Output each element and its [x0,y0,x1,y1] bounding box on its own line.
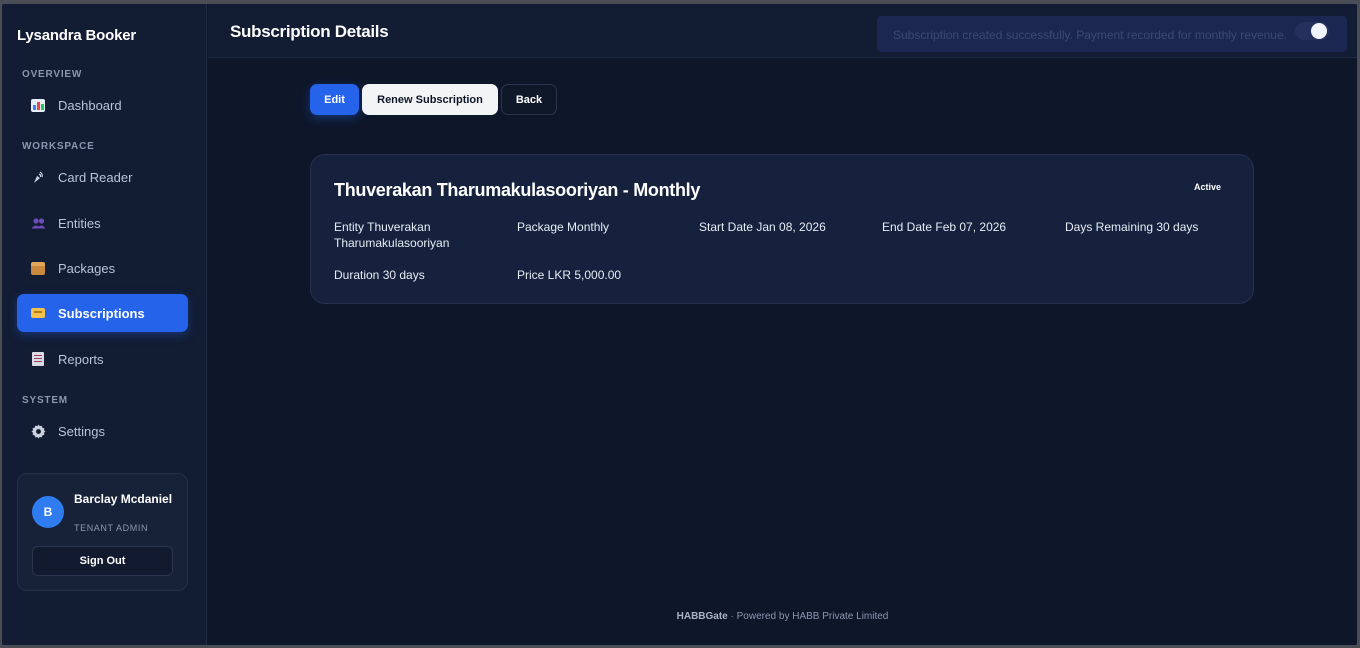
sidebar: Lysandra Booker OVERVIEW Dashboard WORKS… [2,4,207,645]
sidebar-item-reports[interactable]: Reports [17,340,188,378]
section-label-workspace: WORKSPACE [22,141,95,152]
sidebar-item-label: Subscriptions [58,305,145,321]
package-box-icon [30,260,46,276]
status-badge: Active [1193,182,1221,192]
sidebar-item-label: Dashboard [58,97,122,113]
edit-button[interactable]: Edit [310,84,359,115]
sidebar-item-label: Reports [58,351,104,367]
toggle-knob [1311,23,1327,39]
user-name: Barclay Mcdaniel [74,492,173,506]
sidebar-item-label: Card Reader [58,169,133,185]
app-window: Lysandra Booker OVERVIEW Dashboard WORKS… [2,4,1357,645]
field-days-remaining: Days Remaining 30 days [1065,220,1199,234]
subscription-title: Thuverakan Tharumakulasooriyan - Monthly [334,180,701,200]
sidebar-item-label: Packages [58,260,116,276]
footer-brand: HABBGate [676,611,728,622]
sidebar-item-card-reader[interactable]: Card Reader [17,158,188,196]
field-duration: Duration 30 days [334,268,425,282]
top-bar: Subscription Details Subscription create… [208,4,1357,58]
section-label-system: SYSTEM [22,395,68,406]
sidebar-item-settings[interactable]: Settings [17,412,188,450]
field-entity: Entity Thuverakan Tharumakulasooriyan [334,220,450,250]
page-title: Subscription Details [230,22,389,41]
field-start-date: Start Date Jan 08, 2026 [699,220,826,234]
brand-name: Lysandra Booker [17,27,136,44]
sidebar-item-dashboard[interactable]: Dashboard [17,86,188,124]
footer-text: · Powered by HABB Private Limited [727,611,889,622]
gear-icon [30,423,46,439]
card-reader-icon [30,169,46,185]
field-end-date: End Date Feb 07, 2026 [882,220,1007,234]
toast-message: Subscription created successfully. Payme… [893,28,1287,42]
sidebar-item-packages[interactable]: Packages [17,249,188,287]
people-icon [30,215,46,231]
dashboard-chart-icon [30,97,46,113]
renew-subscription-button[interactable]: Renew Subscription [362,84,498,115]
report-document-icon [30,351,46,367]
sign-out-button[interactable]: Sign Out [32,546,173,576]
user-role: TENANT ADMIN [74,523,149,533]
field-price: Price LKR 5,000.00 [517,268,622,282]
back-button[interactable]: Back [501,84,557,115]
field-package: Package Monthly [517,220,610,234]
sidebar-item-label: Settings [58,423,105,439]
toast-toggle[interactable] [1295,22,1329,40]
avatar: B [32,496,64,528]
sidebar-item-entities[interactable]: Entities [17,204,188,242]
ticket-icon [30,305,46,321]
footer: HABBGate · Powered by HABB Private Limit… [208,611,1357,622]
toast-notification: Subscription created successfully. Payme… [877,16,1347,52]
section-label-overview: OVERVIEW [22,69,83,80]
sidebar-item-subscriptions[interactable]: Subscriptions [17,294,188,332]
sidebar-item-label: Entities [58,215,101,231]
subscription-card: Thuverakan Tharumakulasooriyan - Monthly… [310,154,1254,304]
user-card: B Barclay Mcdaniel TENANT ADMIN Sign Out [17,473,188,591]
